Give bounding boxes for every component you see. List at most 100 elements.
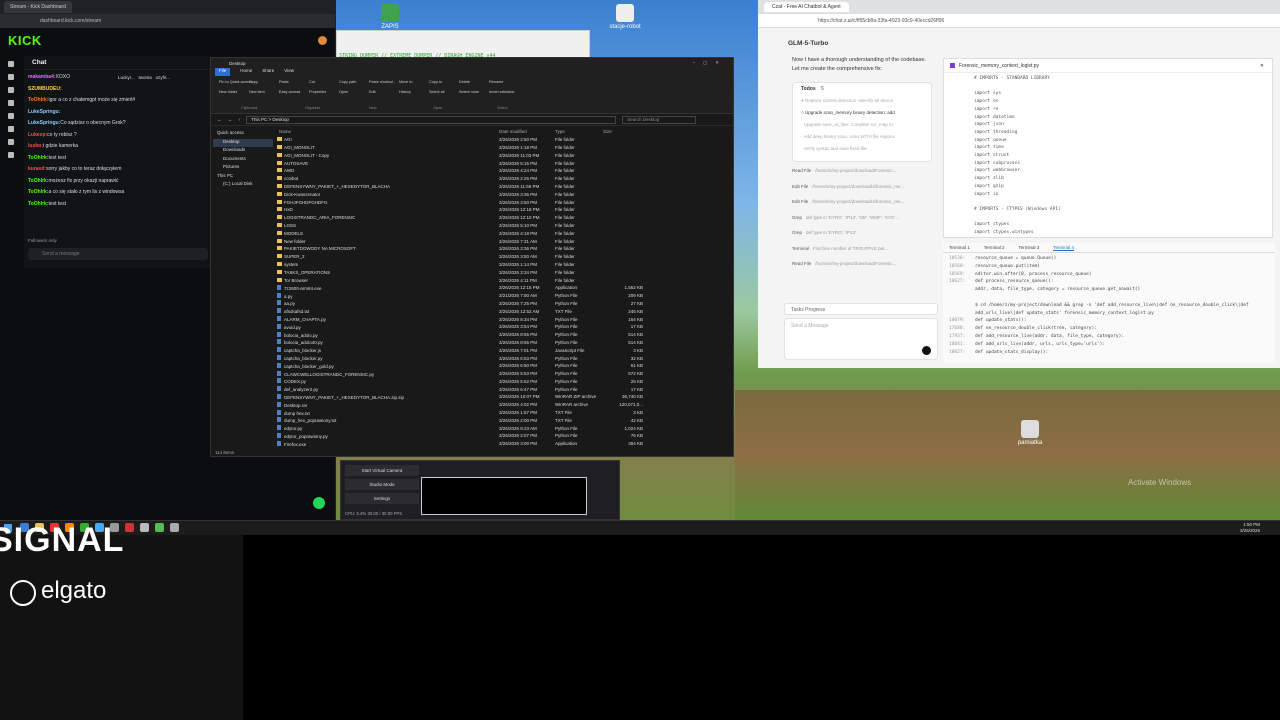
taskbar-app-icon[interactable] bbox=[155, 523, 164, 532]
chat-username[interactable]: makamba4: bbox=[28, 74, 56, 80]
send-button[interactable] bbox=[922, 346, 931, 355]
ribbon-button[interactable]: Cut bbox=[309, 80, 315, 84]
browser-tab[interactable]: Stream - Kick Dashboard bbox=[4, 1, 72, 13]
file-row[interactable]: Firefox.exe 3/26/2026 3:00 PM Application 3… bbox=[277, 440, 727, 448]
file-row[interactable]: AWD 3/26/2026 4:24 PM File folder bbox=[277, 167, 727, 175]
file-row[interactable]: afsdsafsd.txt 3/25/2026 12:52 AM TXT File 2… bbox=[277, 307, 727, 315]
nav-item[interactable]: Quick access bbox=[213, 130, 273, 139]
path-bar[interactable]: This PC > Desktop bbox=[246, 115, 617, 124]
file-row[interactable]: Tor Browser 3/26/2026 4:11 PM File folder bbox=[277, 276, 727, 284]
file-row[interactable]: edytor.py 3/26/2026 8:23 AM Python File 1,0… bbox=[277, 424, 727, 432]
tool-call-row[interactable]: Grep def type in 'EYRO', 'IP13' bbox=[792, 230, 932, 246]
studio-mode-button[interactable]: Studio Mode bbox=[345, 479, 419, 490]
file-explorer-window[interactable]: Desktop –▢✕ File Home Share View Pin to … bbox=[210, 57, 734, 457]
file-row[interactable]: a.py 3/21/2026 7:50 AM Python File 209 KB bbox=[277, 292, 727, 300]
taskbar-app-icon[interactable] bbox=[170, 523, 179, 532]
system-clock[interactable]: 1:50 PM 3/26/2026 bbox=[1240, 522, 1260, 534]
start-virtual-camera-button[interactable]: Start Virtual Camera bbox=[345, 465, 419, 476]
ribbon-button[interactable]: New folder bbox=[219, 90, 237, 94]
file-row[interactable]: TASKS_OPERATIONS 3/26/2026 3:34 PM File fo… bbox=[277, 268, 727, 276]
chat-username[interactable]: ToOhlrk: bbox=[28, 201, 48, 207]
desktop-icon[interactable]: pamiatka bbox=[1010, 420, 1050, 446]
nav-item[interactable]: This PC bbox=[213, 173, 273, 182]
file-row[interactable]: MODELS 3/26/2026 4:18 PM File folder bbox=[277, 229, 727, 237]
file-row[interactable]: LOSS 3/26/2026 5:10 PM File folder bbox=[277, 222, 727, 230]
tool-call-row[interactable]: Grep def type in 'EYRO', 'IP13', 'GB', 'W… bbox=[792, 215, 932, 231]
chat-username[interactable]: SZUMBUDEU: bbox=[28, 86, 62, 92]
column-date[interactable]: Date modified bbox=[499, 129, 555, 134]
nav-item[interactable]: Pictures bbox=[213, 164, 273, 173]
file-row[interactable]: AGI 3/26/2026 2:50 PM File folder bbox=[277, 136, 727, 144]
chat-username[interactable]: ToOhlrk: bbox=[28, 155, 48, 161]
ribbon-button[interactable]: History bbox=[399, 90, 411, 94]
ribbon-button[interactable]: Paste shortcut bbox=[369, 80, 393, 84]
tool-call-row[interactable]: Read File/home/z/my-project/download/For… bbox=[792, 168, 932, 184]
message-input[interactable]: Send a Message bbox=[784, 318, 938, 360]
ribbon-button[interactable]: Select all bbox=[429, 90, 444, 94]
chat-username[interactable]: LukeSpringu: bbox=[28, 120, 60, 126]
file-row[interactable]: LOGISTRANDC_ARIA_FORENSIC 3/26/2026 12:10… bbox=[277, 214, 727, 222]
top-user[interactable]: twoma bbox=[139, 75, 152, 80]
search-input[interactable]: Search Desktop bbox=[622, 115, 697, 124]
file-row[interactable]: ALARM_CHAPTA.py 3/26/2026 8:34 PM Python F… bbox=[277, 315, 727, 323]
column-name[interactable]: Name bbox=[277, 129, 499, 134]
ribbon-button[interactable]: New item bbox=[249, 90, 265, 94]
file-row[interactable]: bolocia_adolo40.py 3/26/2026 8:56 PM Pytho… bbox=[277, 339, 727, 347]
taskbar-app-icon[interactable] bbox=[140, 523, 149, 532]
overlay-window[interactable]: STRING DUMPER // EXTREME DUMPER // DIRAG… bbox=[336, 30, 590, 59]
nav-item[interactable]: Downloads bbox=[213, 147, 273, 156]
nav-item[interactable]: Desktop bbox=[213, 138, 273, 147]
home-icon[interactable] bbox=[8, 61, 14, 67]
todo-item[interactable]: · Add deep binary scan, scan WITH file r… bbox=[801, 131, 923, 143]
settings-icon[interactable] bbox=[8, 139, 14, 145]
file-row[interactable]: captcha_blocker.py 3/26/2026 6:53 PM Pytho… bbox=[277, 354, 727, 362]
file-row[interactable]: DEFENSYWNY_PAKIET_+_HEXEDYTOR_BLACHA.zip… bbox=[277, 393, 727, 401]
analytics-icon[interactable] bbox=[8, 87, 14, 93]
nav-item[interactable]: (C:) Local Disk bbox=[213, 181, 273, 190]
kick-live-badge[interactable] bbox=[311, 495, 327, 511]
community-icon[interactable] bbox=[8, 113, 14, 119]
chat-username[interactable]: LukeSpringu: bbox=[28, 109, 60, 115]
help-icon[interactable] bbox=[8, 152, 14, 158]
file-row[interactable]: FGHJFGHDFGHDFG 3/26/2026 3:50 PM File fold… bbox=[277, 198, 727, 206]
chat-username[interactable]: lusbo: bbox=[28, 143, 43, 149]
window-controls[interactable]: –▢✕ bbox=[692, 60, 727, 66]
chat-username[interactable]: ToOhlrk: bbox=[28, 178, 48, 184]
up-icon[interactable]: ↑ bbox=[238, 117, 240, 122]
tools-icon[interactable] bbox=[8, 126, 14, 132]
nav-item[interactable]: Documents bbox=[213, 156, 273, 165]
file-row[interactable]: def_analyzer2.py 3/26/2026 6:47 PM Python … bbox=[277, 385, 727, 393]
ribbon-button[interactable]: Easy access bbox=[279, 90, 300, 94]
terminal-tab[interactable]: Terminal 2 bbox=[984, 245, 1005, 250]
file-row[interactable]: captcha_blocker_gold.py 3/26/2026 6:50 PM… bbox=[277, 362, 727, 370]
terminal-tab[interactable]: Terminal 3 bbox=[1019, 245, 1040, 250]
kick-logo[interactable]: KICK bbox=[8, 33, 42, 48]
desktop-icon[interactable]: stacje-robot bbox=[605, 4, 645, 30]
file-row[interactable]: HxD 3/26/2026 12:18 PM File folder bbox=[277, 206, 727, 214]
todo-item[interactable]: ○ Upgrade scan_memory binary detection: … bbox=[801, 107, 923, 119]
terminal-tab[interactable]: Terminal 1 bbox=[949, 245, 970, 250]
todo-item[interactable]: · Upgrade save_at_files: complete scr_ma… bbox=[801, 119, 923, 131]
terminal-tab[interactable]: Terminal 4 bbox=[1053, 245, 1075, 251]
file-row[interactable]: cctvbot 3/26/2026 2:26 PM File folder bbox=[277, 175, 727, 183]
menu-share[interactable]: Share bbox=[262, 68, 274, 76]
chat-username[interactable]: ToOhlrk: bbox=[28, 97, 48, 103]
tool-call-row[interactable]: Edit File/home/z/my-project/download/4/f… bbox=[792, 184, 932, 200]
column-type[interactable]: Type bbox=[555, 129, 603, 134]
chat-username[interactable]: kurasd: bbox=[28, 166, 46, 172]
ribbon-button[interactable]: Copy bbox=[249, 80, 258, 84]
ribbon-button[interactable]: Pin to Quick access bbox=[219, 80, 252, 84]
file-row[interactable]: AGI_MONOLIT - Copy 3/25/2026 11:03 PM File… bbox=[277, 151, 727, 159]
ribbon-button[interactable]: Copy to bbox=[429, 80, 442, 84]
chat-username[interactable]: ToOhlrk: bbox=[28, 189, 48, 195]
file-row[interactable]: CODEX.py 3/26/2026 5:52 PM Python File 25 K… bbox=[277, 378, 727, 386]
file-row[interactable]: AGI_MONOLIT 3/25/2026 1:18 PM File folder bbox=[277, 144, 727, 152]
ribbon-button[interactable]: Properties bbox=[309, 90, 326, 94]
menu-file[interactable]: File bbox=[215, 68, 231, 76]
desktop-icon[interactable]: ZAPIS bbox=[370, 4, 410, 30]
file-row[interactable]: aa.py 3/26/2026 7:25 PM Python File 27 KB bbox=[277, 300, 727, 308]
file-row[interactable]: PAKIETDOWODY NA MICROSOFT 3/26/2026 3:36 … bbox=[277, 245, 727, 253]
file-row[interactable]: system 3/26/2026 1:14 PM File folder bbox=[277, 261, 727, 269]
ribbon-button[interactable]: Delete bbox=[459, 80, 470, 84]
chat-icon[interactable] bbox=[8, 100, 14, 106]
